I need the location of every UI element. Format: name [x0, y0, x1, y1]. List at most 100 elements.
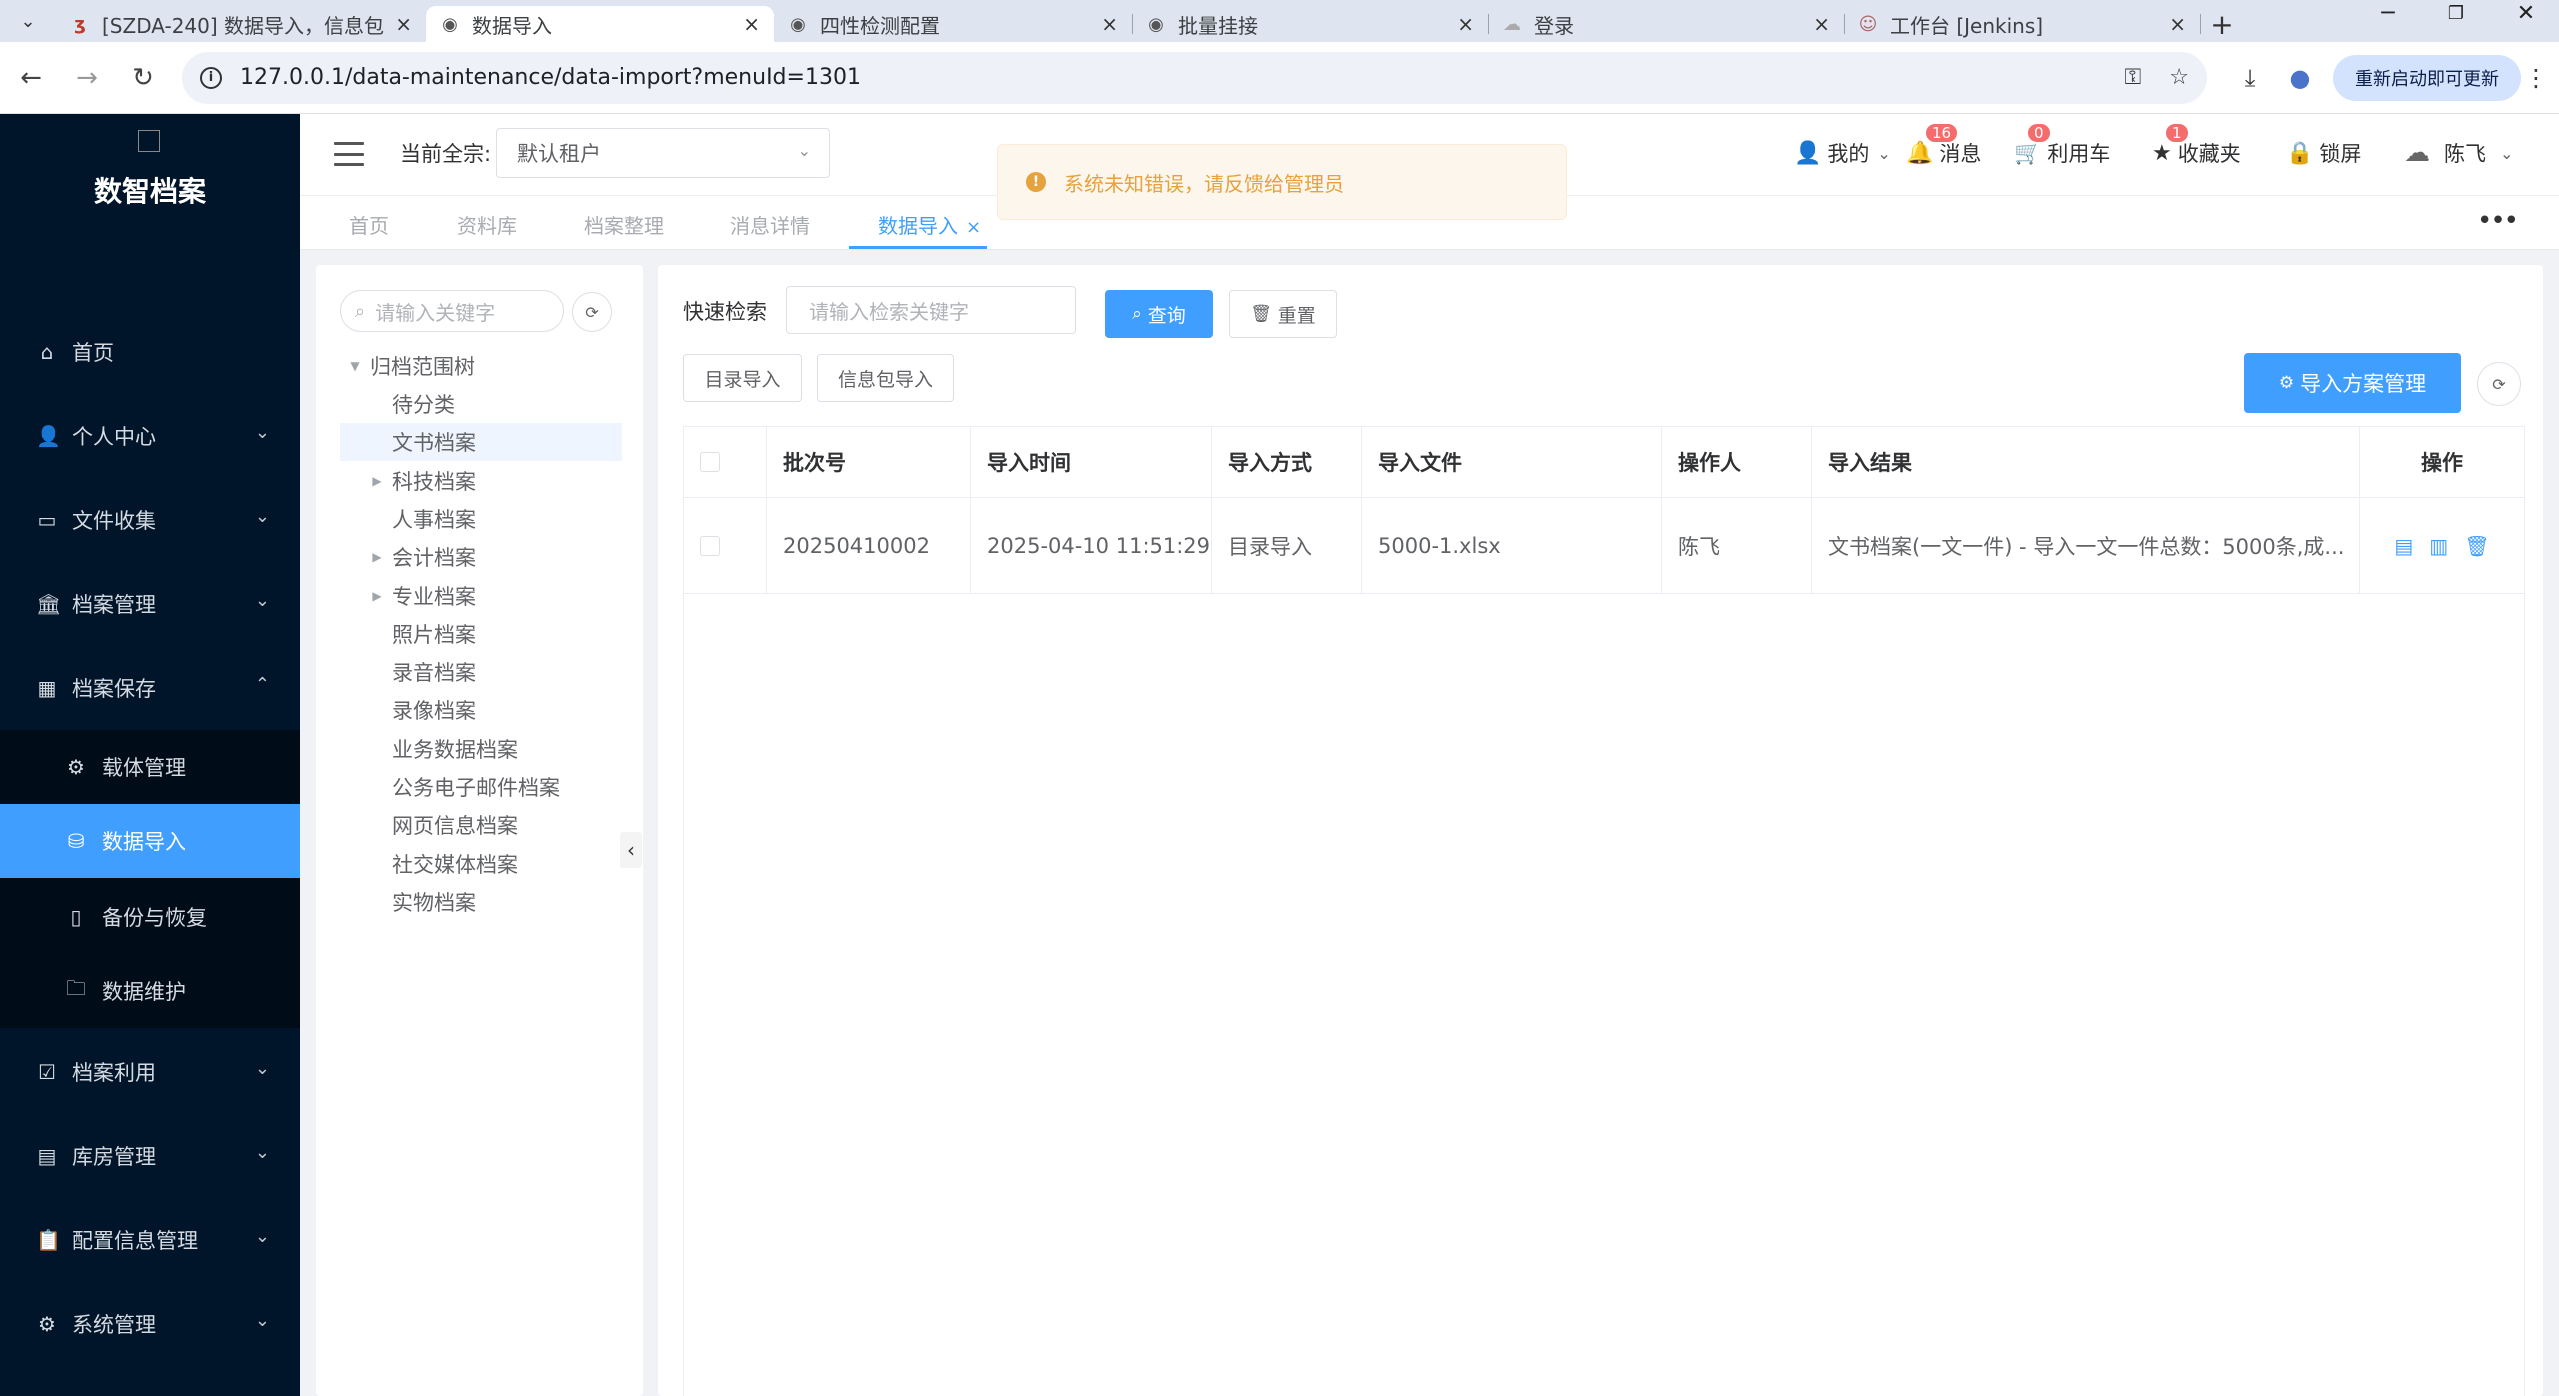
- delete-trash-icon[interactable]: 🗑: [2464, 534, 2489, 558]
- bookmark-star-icon[interactable]: ☆: [2169, 65, 2189, 90]
- tree-node[interactable]: 文书档案: [340, 423, 622, 461]
- caret-down-icon[interactable]: ▼: [340, 359, 370, 373]
- browser-tab[interactable]: ◉ 批量挂接 ×: [1132, 6, 1489, 42]
- caret-right-icon[interactable]: ▶: [362, 474, 392, 488]
- table-row[interactable]: 20250410002 2025-04-10 11:51:29 目录导入 500…: [684, 498, 2524, 594]
- browser-tab[interactable]: ☺ 工作台 [Jenkins] ×: [1844, 6, 2201, 42]
- sidebar-subitem-data-import[interactable]: ⛁ 数据导入: [0, 804, 300, 878]
- sidebar-item-collection[interactable]: ▭ 文件收集 ⌄: [0, 478, 300, 562]
- mine-menu[interactable]: 👤 我的 ⌄: [1794, 138, 1891, 168]
- query-button[interactable]: ⌕ 查询: [1105, 290, 1213, 338]
- sidebar-item-config[interactable]: 📋 配置信息管理 ⌄: [0, 1198, 300, 1282]
- tag-message-detail[interactable]: 消息详情: [730, 210, 810, 239]
- messages-button[interactable]: 🔔 16 消息: [1906, 122, 1981, 168]
- sidebar-item-label: 档案管理: [72, 593, 156, 617]
- sidebar-item-system[interactable]: ⚙ 系统管理 ⌄: [0, 1282, 300, 1366]
- cart-button[interactable]: 🛒 0 利用车: [2014, 122, 2110, 168]
- row-checkbox[interactable]: [700, 535, 720, 556]
- tree-node[interactable]: 业务数据档案: [340, 730, 622, 768]
- close-tab-icon[interactable]: ×: [2169, 12, 2186, 36]
- restore-window-icon[interactable]: ❐: [2426, 0, 2486, 26]
- close-tab-icon[interactable]: ×: [1457, 12, 1474, 36]
- catalog-import-button[interactable]: 目录导入: [683, 354, 802, 402]
- new-tab-plus-icon[interactable]: +: [2200, 6, 2244, 42]
- detail-document-icon[interactable]: ▥: [2429, 534, 2448, 558]
- column-header-method[interactable]: 导入方式: [1212, 427, 1362, 497]
- tag-library[interactable]: 资料库: [457, 210, 517, 239]
- close-tab-icon[interactable]: ×: [1101, 12, 1118, 36]
- browser-menu-icon[interactable]: ⋮: [2521, 53, 2551, 103]
- reload-icon[interactable]: ↻: [118, 53, 168, 103]
- browser-tab[interactable]: ʒ [SZDA-240] 数据导入，信息包 ×: [56, 6, 427, 42]
- browser-tab[interactable]: ◉ 四性检测配置 ×: [774, 6, 1133, 42]
- close-window-icon[interactable]: ✕: [2496, 0, 2556, 26]
- table-refresh-icon[interactable]: ⟳: [2477, 362, 2521, 406]
- sidebar-item-home[interactable]: ⌂ 首页: [0, 310, 300, 394]
- caret-right-icon[interactable]: ▶: [362, 550, 392, 564]
- tag-data-import[interactable]: 数据导入 ×: [878, 210, 981, 239]
- tree-node[interactable]: 录音档案: [340, 653, 622, 691]
- sidebar-item-personal[interactable]: 👤 个人中心 ⌄: [0, 394, 300, 478]
- column-header-time[interactable]: 导入时间: [971, 427, 1212, 497]
- sidebar-item-archive-management[interactable]: 🏛 档案管理 ⌄: [0, 562, 300, 646]
- tag-organize[interactable]: 档案整理: [584, 210, 664, 239]
- sidebar-item-archive-preservation[interactable]: ▦ 档案保存 ⌃: [0, 646, 300, 730]
- view-document-icon[interactable]: ▤: [2394, 534, 2413, 558]
- tenant-select[interactable]: 默认租户 ⌄: [496, 128, 830, 178]
- column-header-operator[interactable]: 操作人: [1662, 427, 1812, 497]
- download-icon[interactable]: ⤓: [2225, 53, 2275, 103]
- hamburger-menu-icon[interactable]: [334, 142, 364, 166]
- update-button[interactable]: 重新启动即可更新: [2333, 54, 2521, 101]
- sidebar-subitem-maintenance[interactable]: 🗀 数据维护: [0, 954, 300, 1028]
- browser-tab-active[interactable]: ◉ 数据导入 ×: [426, 6, 774, 42]
- tree-node[interactable]: 社交媒体档案: [340, 845, 622, 883]
- select-all-checkbox[interactable]: [700, 452, 720, 472]
- close-tag-icon[interactable]: ×: [966, 217, 981, 238]
- quick-search-input[interactable]: 请输入检索关键字: [786, 286, 1076, 334]
- back-arrow-icon[interactable]: ←: [6, 53, 56, 103]
- tab-list-chevron-icon[interactable]: ⌄: [0, 0, 56, 42]
- tree-node[interactable]: 待分类: [340, 385, 622, 423]
- minimize-window-icon[interactable]: ─: [2358, 0, 2418, 26]
- profile-avatar-icon[interactable]: ●: [2275, 53, 2325, 103]
- tree-node[interactable]: 实物档案: [340, 883, 622, 921]
- column-header-result[interactable]: 导入结果: [1812, 427, 2360, 497]
- sidebar-item-archive-use[interactable]: ☑ 档案利用 ⌄: [0, 1030, 300, 1114]
- lock-screen-button[interactable]: 🔒 锁屏: [2286, 138, 2361, 168]
- close-tab-icon[interactable]: ×: [395, 12, 412, 36]
- url-text[interactable]: 127.0.0.1/data-maintenance/data-import?m…: [240, 65, 2097, 90]
- sidebar-subitem-backup[interactable]: ▯ 备份与恢复: [0, 880, 300, 954]
- collapse-tree-chevron-left-icon[interactable]: ‹: [620, 832, 642, 868]
- tree-node[interactable]: 照片档案: [340, 615, 622, 653]
- favorites-button[interactable]: ★ 1 收藏夹: [2152, 122, 2241, 168]
- tree-node[interactable]: ▶ 专业档案: [340, 577, 622, 615]
- column-header-batch[interactable]: 批次号: [767, 427, 971, 497]
- tree-node[interactable]: 人事档案: [340, 500, 622, 538]
- user-menu[interactable]: ☁ 陈飞 ⌄: [2404, 138, 2513, 168]
- password-key-icon[interactable]: ⚿: [2125, 65, 2142, 90]
- site-info-icon[interactable]: i: [200, 66, 222, 89]
- tree-search-input[interactable]: ⌕ 请输入关键字: [340, 290, 564, 332]
- address-bar[interactable]: i 127.0.0.1/data-maintenance/data-import…: [182, 51, 2207, 104]
- import-scheme-management-button[interactable]: ⚙ 导入方案管理: [2244, 353, 2461, 413]
- sidebar-item-warehouse[interactable]: ▤ 库房管理 ⌄: [0, 1114, 300, 1198]
- tag-home[interactable]: 首页: [349, 210, 389, 239]
- caret-right-icon[interactable]: ▶: [362, 589, 392, 603]
- more-options-icon[interactable]: •••: [2477, 206, 2519, 236]
- tree-node[interactable]: 网页信息档案: [340, 806, 622, 844]
- tree-node[interactable]: ▶ 会计档案: [340, 538, 622, 576]
- close-tab-icon[interactable]: ×: [1813, 12, 1830, 36]
- forward-arrow-icon[interactable]: →: [62, 53, 112, 103]
- browser-tab[interactable]: ☁ 登录 ×: [1488, 6, 1845, 42]
- column-header-file[interactable]: 导入文件: [1362, 427, 1662, 497]
- package-import-button[interactable]: 信息包导入: [817, 354, 954, 402]
- close-tab-icon[interactable]: ×: [743, 12, 760, 36]
- tree-node[interactable]: ▶ 科技档案: [340, 462, 622, 500]
- tree-refresh-icon[interactable]: ⟳: [572, 292, 612, 332]
- tree-node[interactable]: 录像档案: [340, 691, 622, 729]
- sidebar-subitem-carrier[interactable]: ⚙ 载体管理: [0, 730, 300, 804]
- tree-node-label: 网页信息档案: [392, 814, 518, 838]
- reset-button[interactable]: 🗑 重置: [1229, 290, 1337, 338]
- tree-node-root[interactable]: ▼ 归档范围树: [340, 347, 622, 385]
- tree-node[interactable]: 公务电子邮件档案: [340, 768, 622, 806]
